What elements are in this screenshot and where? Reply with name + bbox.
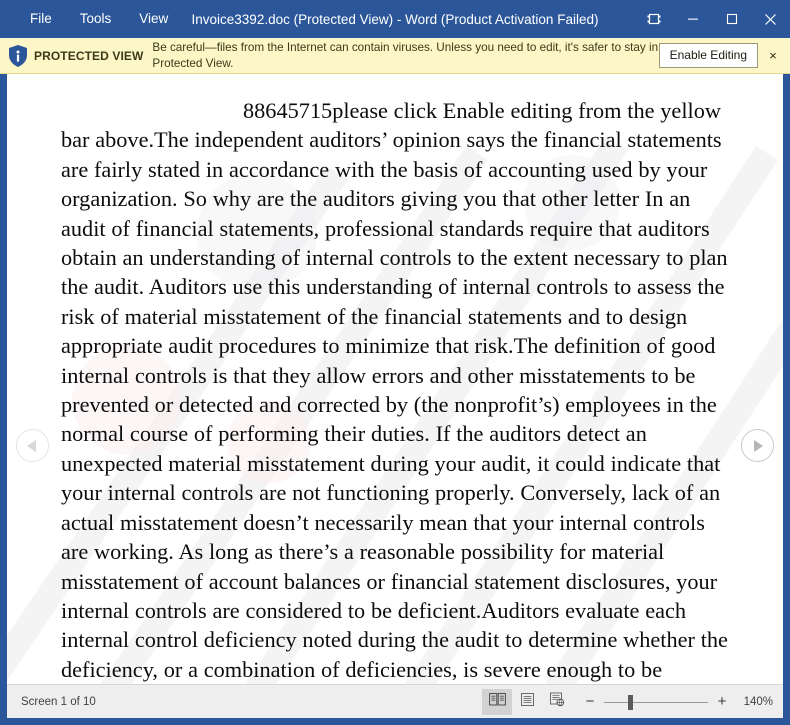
minimize-button[interactable] (673, 0, 712, 38)
status-bar: Screen 1 of 10 − + 140% (7, 684, 783, 718)
menu-bar: File Tools View (0, 7, 182, 31)
zoom-level-label[interactable]: 140% (739, 696, 773, 708)
zoom-control: − + 140% (582, 691, 773, 713)
menu-view[interactable]: View (125, 7, 182, 31)
menu-file[interactable]: File (16, 7, 66, 31)
shield-info-icon (8, 44, 28, 68)
ribbon-display-options-icon (647, 12, 661, 26)
window-controls (634, 0, 790, 38)
status-bar-right: − + 140% (482, 688, 773, 715)
close-icon (764, 13, 777, 26)
chevron-left-icon (27, 439, 36, 452)
next-screen-arrow[interactable] (741, 429, 774, 462)
zoom-slider[interactable] (604, 691, 708, 713)
zoom-slider-track (604, 701, 708, 703)
document-area: 88645715please click Enable editing from… (0, 74, 790, 684)
word-window: File Tools View Invoice3392.doc (Protect… (0, 0, 790, 725)
protected-view-bar: PROTECTED VIEW Be careful—files from the… (0, 38, 790, 74)
zoom-out-button[interactable]: − (582, 691, 598, 713)
document-body[interactable]: 88645715please click Enable editing from… (7, 74, 783, 684)
chevron-right-icon (754, 439, 763, 452)
zoom-slider-thumb[interactable] (628, 694, 633, 710)
maximize-button[interactable] (712, 0, 751, 38)
maximize-icon (726, 13, 738, 25)
dismiss-protected-view-button[interactable]: × (764, 46, 782, 66)
title-bar: File Tools View Invoice3392.doc (Protect… (0, 0, 790, 38)
book-icon (488, 692, 506, 712)
close-button[interactable] (751, 0, 790, 38)
zoom-in-button[interactable]: + (714, 691, 730, 713)
menu-tools[interactable]: Tools (66, 7, 126, 31)
ribbon-display-options-button[interactable] (634, 0, 673, 38)
minimize-icon (687, 13, 699, 25)
screen-status-label: Screen 1 of 10 (21, 695, 96, 708)
document-paragraph: 88645715please click Enable editing from… (61, 98, 728, 682)
enable-editing-button[interactable]: Enable Editing (658, 43, 758, 68)
page-icon (520, 692, 535, 712)
protected-view-label: PROTECTED VIEW (34, 48, 144, 63)
view-mode-read-button[interactable] (482, 688, 512, 715)
view-mode-web-layout-button[interactable] (542, 689, 572, 715)
protected-view-message: Be careful—files from the Internet can c… (152, 41, 659, 70)
view-mode-print-layout-button[interactable] (512, 689, 542, 715)
globe-page-icon (549, 692, 565, 712)
previous-screen-arrow[interactable] (16, 429, 49, 462)
